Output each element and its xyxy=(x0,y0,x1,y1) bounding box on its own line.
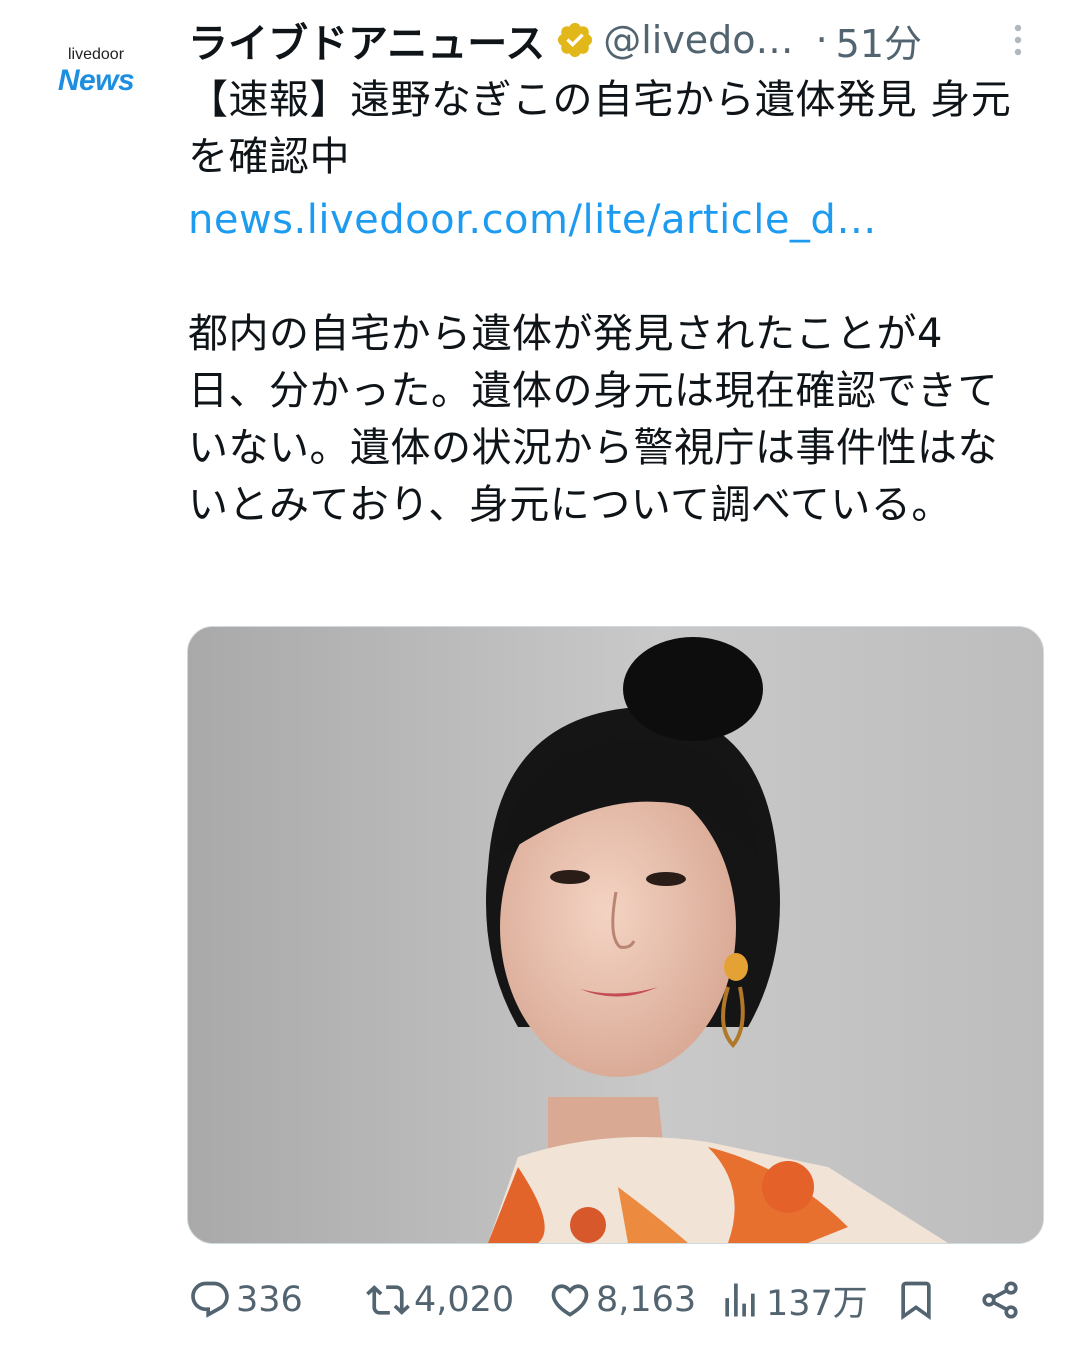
heart-icon xyxy=(551,1284,589,1317)
tweet-text: 【速報】遠野なぎこの自宅から遺体発見 身元を確認中 news.livedoor.… xyxy=(188,72,1018,534)
tweet-body: 都内の自宅から遺体が発見されたことが4日、分かった。遺体の身元は現在確認できてい… xyxy=(188,311,998,528)
account-handle[interactable]: @livedo… xyxy=(603,18,793,62)
bookmark-button[interactable] xyxy=(894,1272,938,1328)
logo-top-text: livedoor xyxy=(67,46,125,63)
views-chart-icon xyxy=(725,1283,755,1317)
share-icon xyxy=(982,1281,1018,1319)
views-button[interactable]: 137万 xyxy=(718,1272,868,1328)
verified-badge-icon xyxy=(558,22,593,58)
account-avatar[interactable]: livedoor News xyxy=(40,38,152,108)
tweet-timestamp[interactable]: 51分 xyxy=(836,13,922,68)
tweet-action-bar: 336 4,020 8,163 137万 xyxy=(188,1272,1038,1328)
share-button[interactable] xyxy=(978,1272,1022,1328)
tweet-header: ライブドアニュース @livedo… · 51分 xyxy=(188,12,1038,68)
reply-count: 336 xyxy=(236,1280,303,1320)
more-vertical-icon[interactable] xyxy=(998,16,1038,64)
header-separator: · xyxy=(815,18,828,62)
reply-button[interactable]: 336 xyxy=(188,1272,303,1328)
tweet-headline: 【速報】遠野なぎこの自宅から遺体発見 身元を確認中 xyxy=(188,77,1012,180)
article-link[interactable]: news.livedoor.com/lite/article_d… xyxy=(188,192,1018,249)
views-count: 137万 xyxy=(766,1283,868,1324)
reply-icon xyxy=(191,1281,229,1318)
tweet-photo[interactable] xyxy=(187,626,1044,1244)
display-name[interactable]: ライブドアニュース xyxy=(188,11,545,69)
like-button[interactable]: 8,163 xyxy=(548,1272,696,1328)
repost-icon xyxy=(366,1285,410,1315)
logo-main-text: News xyxy=(57,64,135,97)
photo-portrait-image xyxy=(188,627,1043,1243)
repost-button[interactable]: 4,020 xyxy=(366,1272,514,1328)
repost-count: 4,020 xyxy=(414,1280,515,1320)
like-count: 8,163 xyxy=(596,1280,697,1320)
bookmark-icon xyxy=(901,1281,931,1321)
